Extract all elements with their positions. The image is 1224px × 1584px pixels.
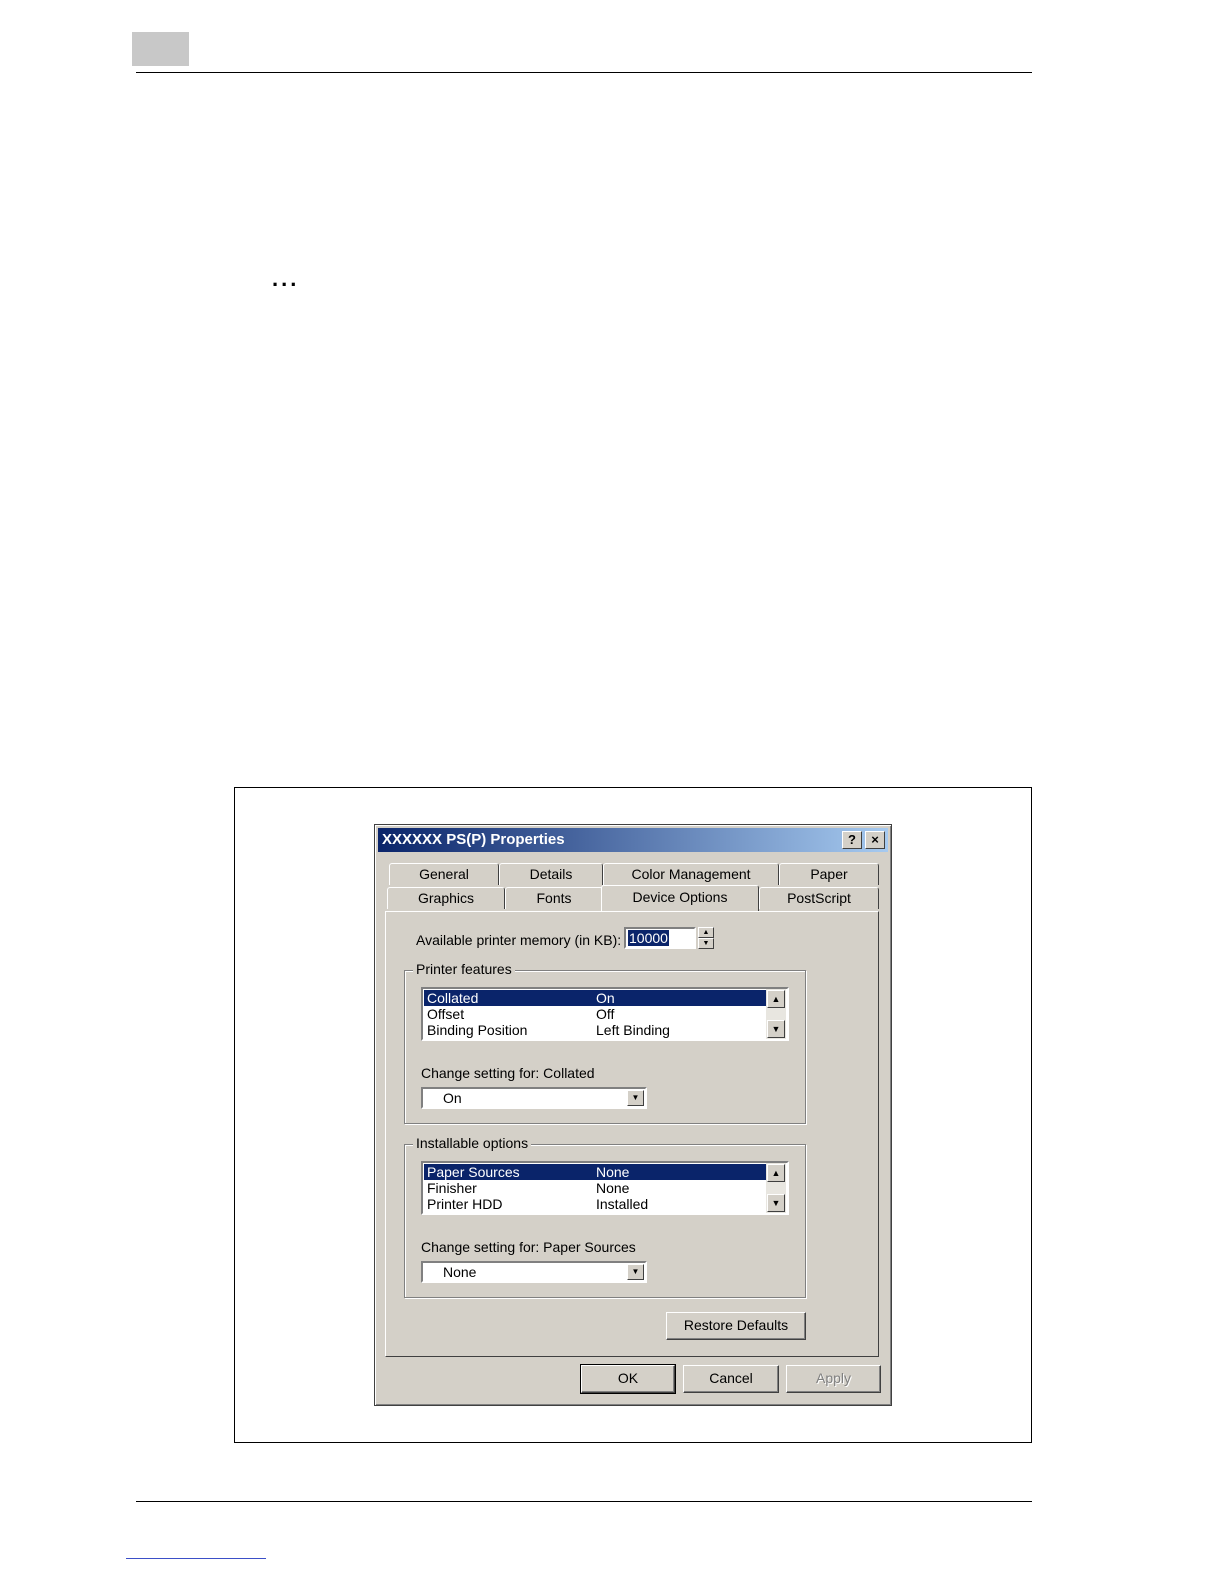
select-value: None [443,1264,477,1280]
memory-label: Available printer memory (in KB): [416,932,622,948]
scroll-up-icon[interactable]: ▲ [767,1164,785,1182]
feature-setting-select[interactable]: On ▼ [421,1087,647,1109]
tab-details[interactable]: Details [499,863,603,885]
select-value: On [443,1090,462,1106]
spin-up-icon[interactable]: ▲ [698,927,714,938]
apply-button[interactable]: Apply [786,1365,881,1393]
tab-fonts[interactable]: Fonts [505,887,603,909]
list-item[interactable]: Printer HDD Installed [424,1196,766,1212]
header-rule [136,72,1032,73]
change-setting-label: Change setting for: Paper Sources [421,1239,636,1255]
list-item-value: None [596,1164,630,1180]
tab-device-options[interactable]: Device Options [601,885,759,911]
printer-properties-dialog: XXXXXX PS(P) Properties ? × General Deta… [374,824,892,1406]
tab-color-management[interactable]: Color Management [603,863,779,885]
list-item-name: Offset [427,1006,465,1022]
installable-options-group: Installable options Paper Sources None F… [404,1135,806,1298]
list-item[interactable]: Collated On [424,990,766,1006]
footer-link-underline [126,1558,266,1559]
scroll-up-icon[interactable]: ▲ [767,990,785,1008]
memory-input[interactable]: 10000 [624,927,696,949]
chapter-number-tab [132,32,189,66]
memory-spinner[interactable]: ▲ ▼ [698,927,714,949]
scroll-down-icon[interactable]: ▼ [767,1194,785,1212]
list-item-value: Off [596,1006,615,1022]
list-item-value: Left Binding [596,1022,670,1038]
scroll-down-icon[interactable]: ▼ [767,1020,785,1038]
list-item-value: Installed [596,1196,649,1212]
list-item[interactable]: Finisher None [424,1180,766,1196]
printer-features-group: Printer features Collated On Offset Off … [404,961,806,1124]
help-button[interactable]: ? [842,831,862,849]
restore-defaults-button[interactable]: Restore Defaults [666,1312,806,1340]
tab-paper[interactable]: Paper [779,863,879,885]
tab-graphics[interactable]: Graphics [387,887,505,909]
list-item-value: On [596,990,615,1006]
spin-down-icon[interactable]: ▼ [698,938,714,949]
dialog-titlebar: XXXXXX PS(P) Properties ? × [378,828,888,852]
printer-features-list[interactable]: Collated On Offset Off Binding Position … [421,987,789,1041]
list-item-name: Collated [427,990,479,1006]
installable-options-label: Installable options [413,1135,532,1151]
installable-options-list[interactable]: Paper Sources None Finisher None Printer… [421,1161,789,1215]
option-setting-select[interactable]: None ▼ [421,1261,647,1283]
device-options-panel: Available printer memory (in KB): 10000 … [385,911,879,1357]
memory-value: 10000 [628,930,669,946]
list-item-value: None [596,1180,630,1196]
ok-button[interactable]: OK [580,1364,676,1394]
printer-features-label: Printer features [413,961,515,977]
list-item[interactable]: Paper Sources None [424,1164,766,1180]
list-scrollbar[interactable]: ▲ ▼ [766,1163,786,1213]
tab-general[interactable]: General [389,863,499,885]
footer-rule [136,1501,1032,1502]
list-item[interactable]: Binding Position Left Binding [424,1022,766,1038]
chevron-down-icon[interactable]: ▼ [627,1090,644,1106]
list-item[interactable]: Offset Off [424,1006,766,1022]
continuation-ellipsis: ... [272,266,300,291]
change-setting-label: Change setting for: Collated [421,1065,595,1081]
list-item-name: Binding Position [427,1022,528,1038]
cancel-button[interactable]: Cancel [683,1365,779,1393]
chevron-down-icon[interactable]: ▼ [627,1264,644,1280]
list-item-name: Printer HDD [427,1196,503,1212]
list-item-name: Paper Sources [427,1164,520,1180]
list-scrollbar[interactable]: ▲ ▼ [766,989,786,1039]
list-item-name: Finisher [427,1180,477,1196]
close-button[interactable]: × [865,831,885,849]
tab-postscript[interactable]: PostScript [759,887,879,909]
dialog-title: XXXXXX PS(P) Properties [382,831,565,848]
